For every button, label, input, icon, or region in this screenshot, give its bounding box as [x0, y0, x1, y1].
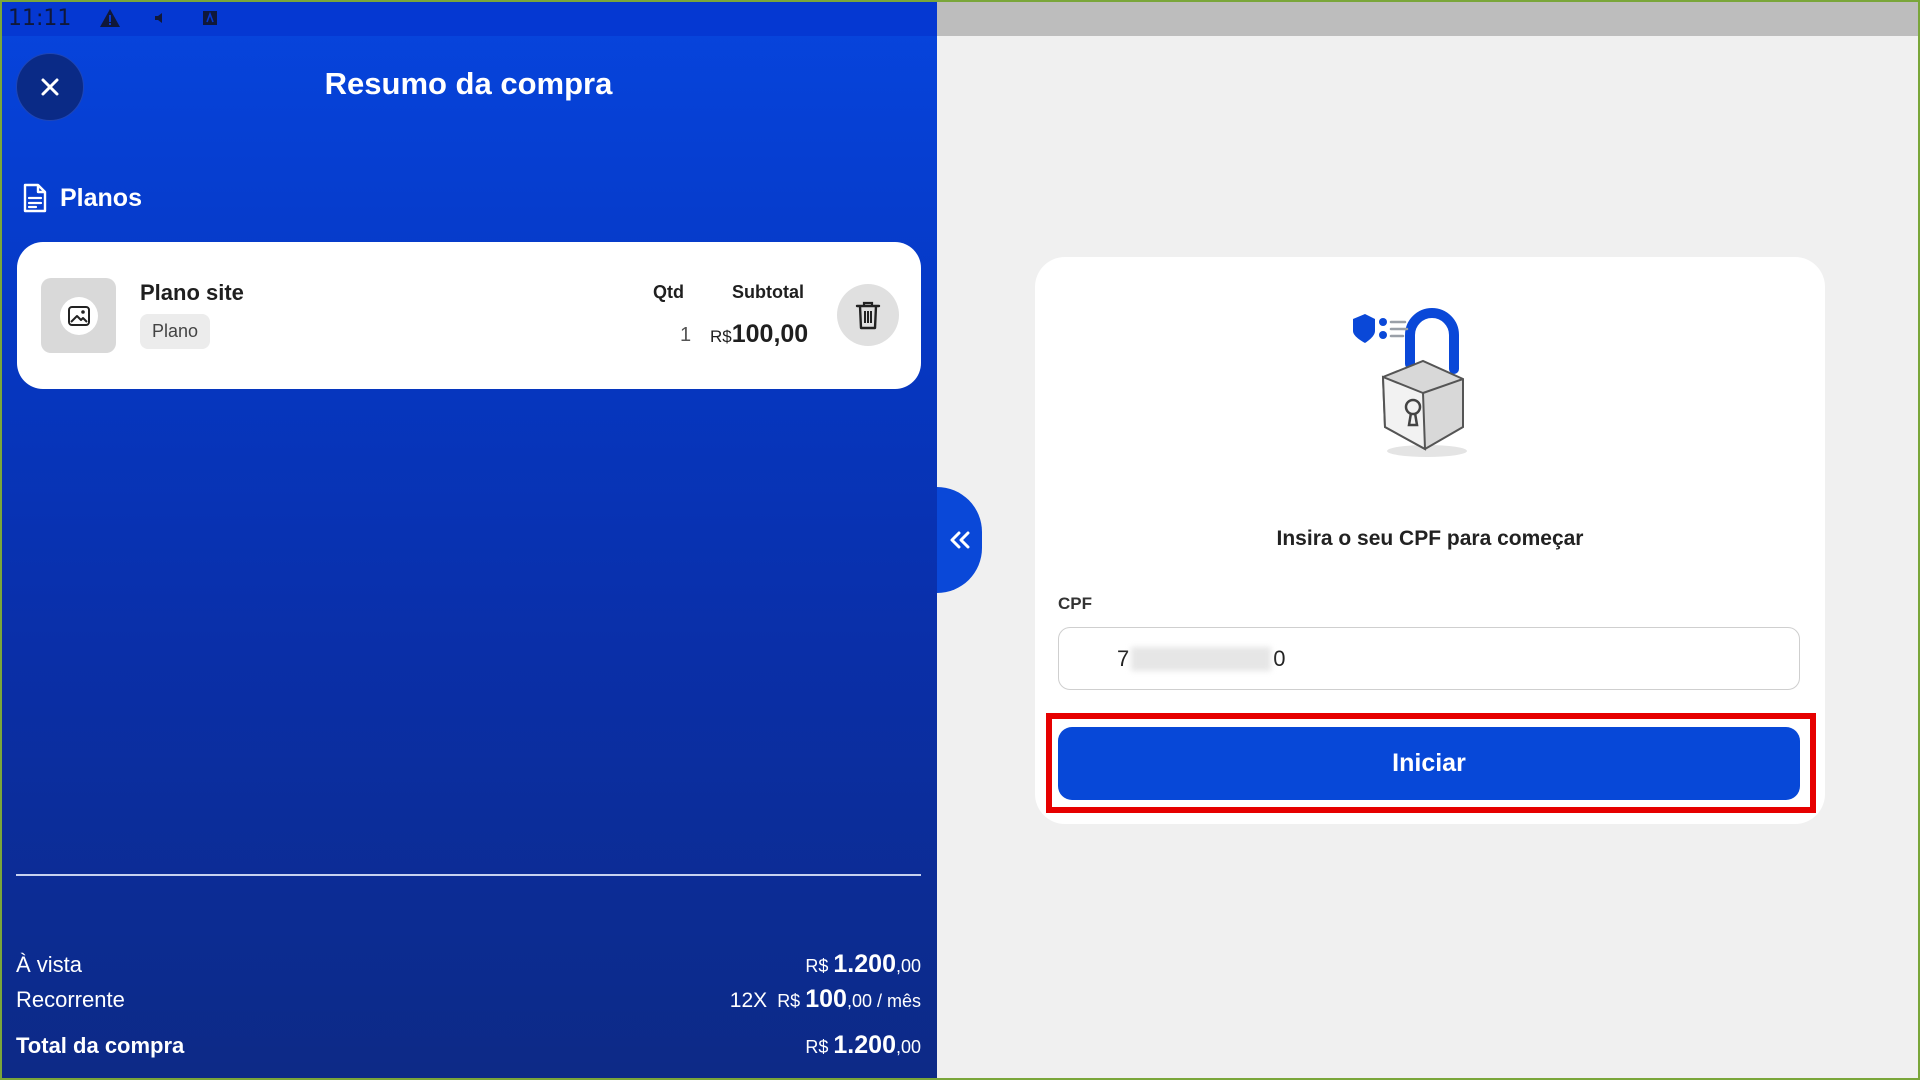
total-currency: R$: [805, 1037, 829, 1057]
summary-row-a-vista: À vista R$ 1.200,00: [16, 950, 921, 979]
cpf-input[interactable]: 7 0: [1058, 627, 1800, 690]
padlock-illustration-icon: [1353, 308, 1467, 457]
section-title: Planos: [60, 183, 142, 212]
recorrente-suffix: / mês: [876, 991, 921, 1011]
total-label: Total da compra: [16, 1033, 185, 1058]
qtd-header: Qtd: [653, 282, 684, 302]
image-icon: [67, 305, 90, 326]
volume-icon: [149, 7, 171, 29]
summary-row-total: Total da compra R$ 1.200,00: [16, 1031, 921, 1060]
recorrente-value: 12X R$ 100,00 / mês: [730, 985, 921, 1014]
subtotal-header: Subtotal: [732, 282, 804, 302]
a-vista-label: À vista: [16, 952, 83, 977]
plan-name: Plano site: [140, 280, 244, 305]
plan-card: Plano site Plano Qtd Subtotal 1 R$100,00: [17, 242, 921, 389]
purchase-summary-panel: 11:11 Resumo da compra Planos Plano site…: [0, 0, 937, 1080]
cpf-redacted: [1131, 646, 1272, 671]
total-int: 1.200: [833, 1031, 896, 1059]
recorrente-int: 100: [805, 985, 847, 1013]
recorrente-currency: R$: [777, 991, 801, 1011]
collapse-panel-button[interactable]: [937, 487, 982, 593]
summary-divider: [16, 874, 921, 876]
summary-row-recorrente: Recorrente 12X R$ 100,00 / mês: [16, 985, 921, 1014]
double-chevron-left-icon: [950, 531, 969, 549]
subtotal-amount: 100,00: [731, 320, 809, 348]
warning-icon: [99, 7, 121, 29]
a-vista-dec: ,00: [895, 956, 921, 976]
subtotal-value: R$100,00: [710, 320, 808, 349]
plans-section-header: Planos: [22, 183, 142, 213]
highlight-box: [1046, 713, 1816, 813]
total-value: R$ 1.200,00: [805, 1031, 921, 1060]
trash-icon: [855, 301, 881, 330]
subtotal-currency: R$: [710, 327, 732, 346]
status-bar: 11:11: [0, 0, 937, 36]
recorrente-dec: ,00: [846, 991, 872, 1011]
status-time: 11:11: [8, 5, 72, 31]
cpf-value-end: 0: [1273, 645, 1286, 671]
cpf-value-start: 7: [1117, 645, 1130, 671]
right-top-bar: [937, 0, 1920, 36]
keyboard-icon: [199, 7, 221, 29]
plan-thumbnail: [41, 278, 116, 353]
a-vista-value: R$ 1.200,00: [805, 950, 921, 979]
document-icon: [23, 183, 47, 213]
qtd-value: 1: [680, 324, 692, 346]
page-title: Resumo da compra: [324, 66, 613, 101]
cpf-label: CPF: [1058, 594, 1092, 613]
recorrente-times: 12X: [729, 989, 768, 1012]
delete-plan-button[interactable]: [837, 284, 899, 346]
a-vista-currency: R$: [805, 956, 829, 976]
plan-type-badge: Plano: [140, 314, 211, 349]
recorrente-label: Recorrente: [16, 987, 125, 1012]
total-dec: ,00: [895, 1037, 921, 1057]
a-vista-int: 1.200: [833, 950, 896, 978]
cpf-prompt: Insira o seu CPF para começar: [1276, 527, 1584, 550]
